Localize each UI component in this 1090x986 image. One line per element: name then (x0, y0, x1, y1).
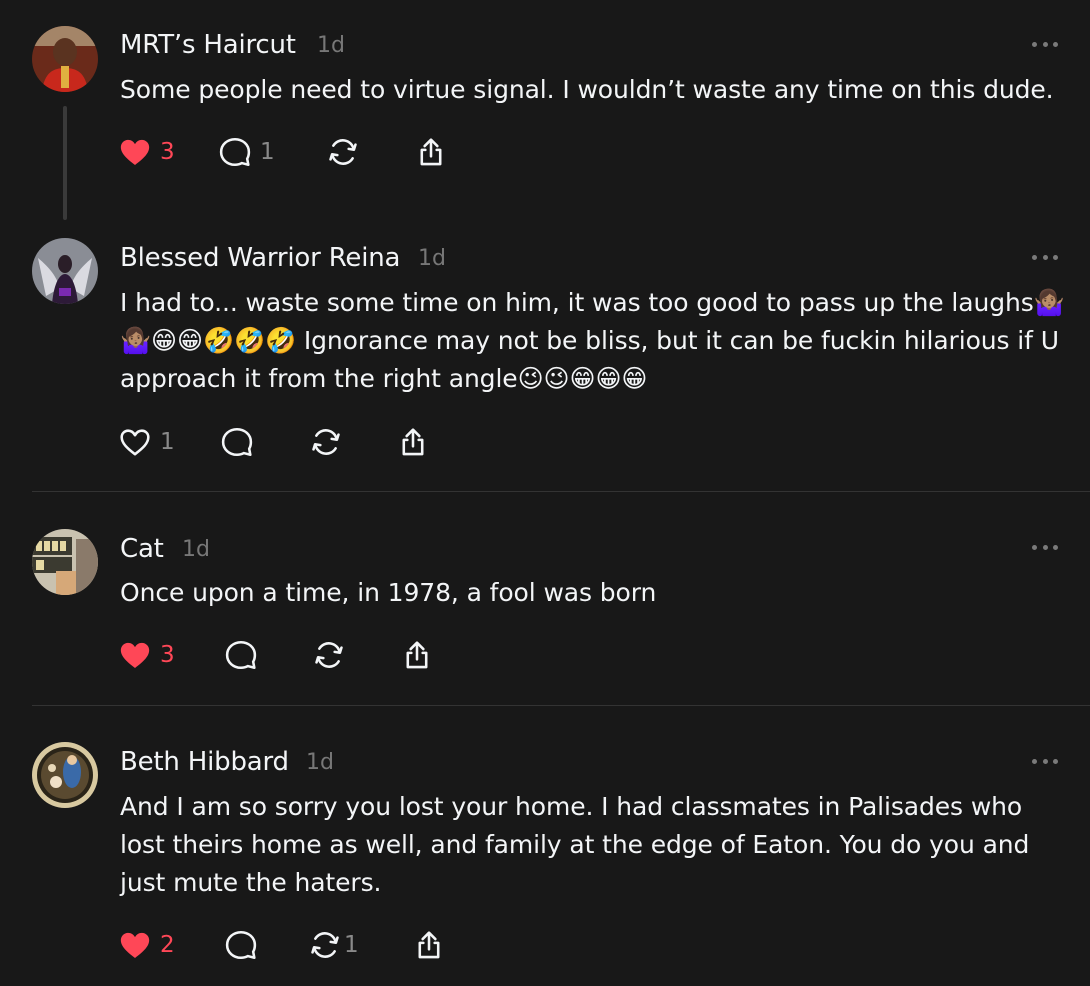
share-icon (414, 135, 448, 169)
share-button[interactable] (412, 925, 446, 965)
post-text-line: And I am so sorry you lost your home. I … (120, 792, 1023, 821)
avatar[interactable] (32, 26, 98, 92)
reply-count: 1 (260, 139, 275, 165)
heart-outline-icon (118, 425, 152, 459)
post-actions: 3 (118, 635, 478, 675)
repost-icon (312, 638, 346, 672)
post-text: And I am so sorry you lost your home. I … (120, 788, 1060, 902)
repost-button[interactable] (309, 422, 343, 462)
post-text-line: I had to... waste some time on him, it w… (120, 288, 1065, 317)
like-button[interactable]: 1 (118, 422, 175, 462)
post-time: 1d (306, 750, 334, 775)
heart-filled-icon (118, 638, 152, 672)
more-options-button[interactable] (1032, 543, 1058, 551)
author-name[interactable]: Blessed Warrior Reina (120, 243, 400, 273)
like-button[interactable]: 3 (118, 132, 175, 172)
reply-button[interactable]: 1 (218, 132, 275, 172)
post-actions: 3 1 (118, 132, 478, 172)
like-count: 1 (160, 429, 175, 455)
avatar[interactable] (32, 238, 98, 304)
post-text: Once upon a time, in 1978, a fool was bo… (120, 578, 657, 607)
reply-button[interactable] (224, 925, 258, 965)
author-name[interactable]: Cat (120, 534, 164, 564)
thread-line (63, 106, 67, 220)
repost-button[interactable]: 1 (308, 925, 359, 965)
comment-icon (220, 425, 254, 459)
post-time: 1d (317, 33, 345, 58)
post-actions: 2 1 (118, 925, 478, 965)
share-button[interactable] (396, 422, 430, 462)
share-icon (412, 928, 446, 962)
repost-icon (308, 928, 342, 962)
avatar[interactable] (32, 742, 98, 808)
comment-icon (224, 928, 258, 962)
post-text-line: just mute the haters. (120, 868, 382, 897)
heart-filled-icon (118, 928, 152, 962)
comment-icon (224, 638, 258, 672)
post-text-line: lost theirs home as well, and family at … (120, 830, 1030, 859)
post-text: Some people need to virtue signal. I wou… (120, 75, 1054, 104)
author-name[interactable]: MRT’s Haircut (120, 30, 296, 60)
share-icon (396, 425, 430, 459)
author-name[interactable]: Beth Hibbard (120, 747, 289, 777)
repost-button[interactable] (312, 635, 346, 675)
share-icon (400, 638, 434, 672)
like-count: 3 (160, 139, 175, 165)
reply-button[interactable] (220, 422, 254, 462)
post-time: 1d (418, 246, 446, 271)
post-text-line: 🤷🏽‍♀️😁😁🤣🤣🤣 Ignorance may not be bliss, b… (120, 326, 1059, 355)
avatar[interactable] (32, 529, 98, 595)
like-count: 2 (160, 932, 175, 958)
divider (32, 705, 1090, 706)
share-button[interactable] (414, 132, 448, 172)
repost-button[interactable] (326, 132, 360, 172)
divider (32, 491, 1090, 492)
like-button[interactable]: 3 (118, 635, 175, 675)
more-options-button[interactable] (1032, 757, 1058, 765)
more-options-button[interactable] (1032, 40, 1058, 48)
reply-button[interactable] (224, 635, 258, 675)
post-text-line: approach it from the right angle😉😉😁😁😁 (120, 364, 648, 393)
post-text: I had to... waste some time on him, it w… (120, 284, 1070, 398)
post-actions: 1 (118, 422, 478, 462)
comment-icon (218, 135, 252, 169)
heart-filled-icon (118, 135, 152, 169)
more-options-button[interactable] (1032, 253, 1058, 261)
post-time: 1d (182, 537, 210, 562)
repost-count: 1 (344, 932, 359, 958)
like-count: 3 (160, 642, 175, 668)
repost-icon (326, 135, 360, 169)
like-button[interactable]: 2 (118, 925, 175, 965)
repost-icon (309, 425, 343, 459)
share-button[interactable] (400, 635, 434, 675)
